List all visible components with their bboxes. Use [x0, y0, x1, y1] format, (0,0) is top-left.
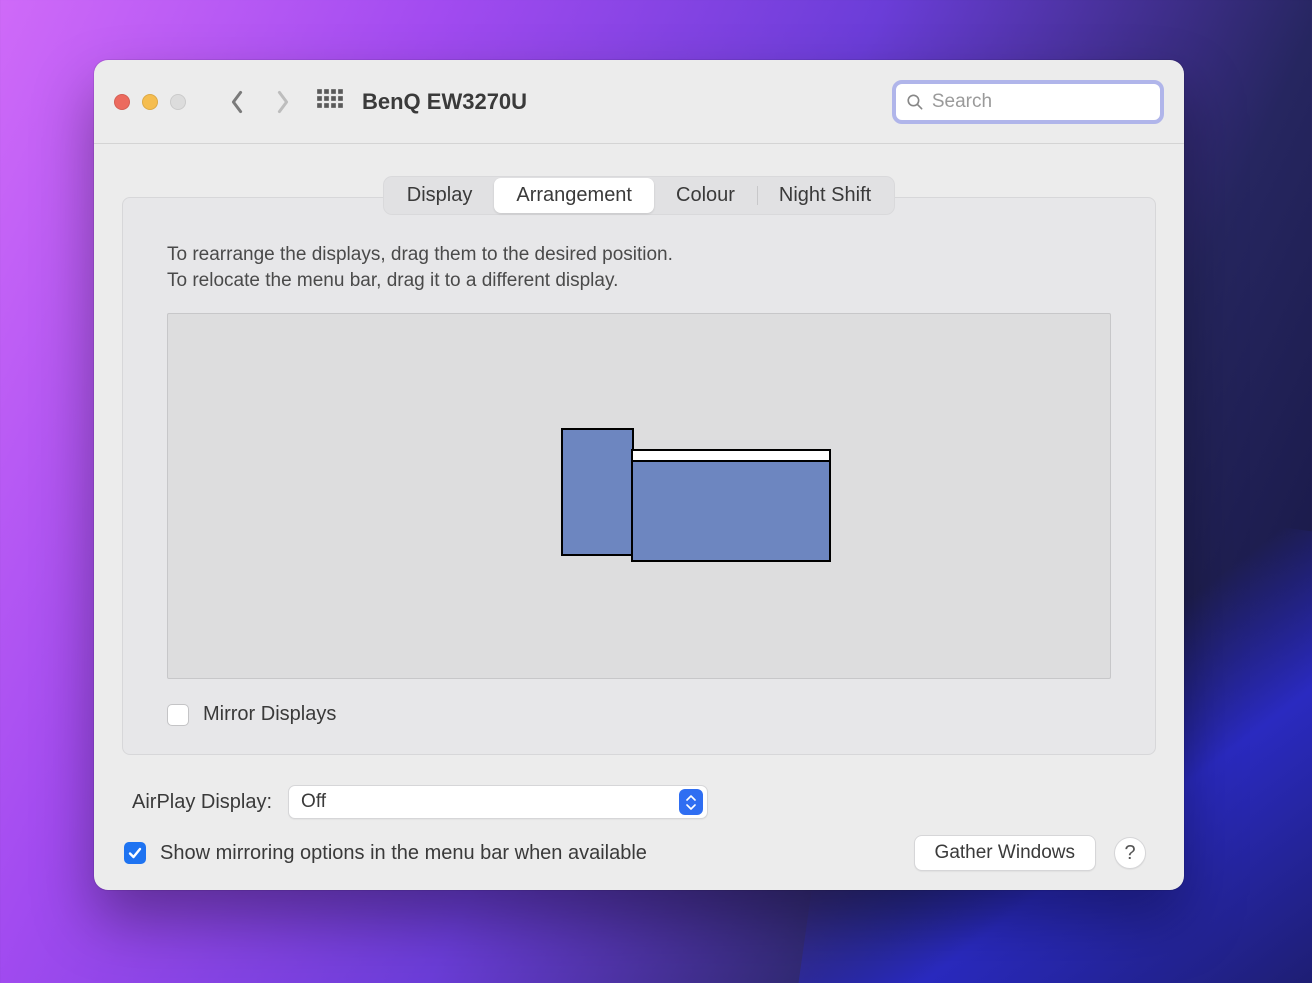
zoom-window-button: [170, 94, 186, 110]
tab-bar: Display Arrangement Colour Night Shift: [122, 176, 1156, 215]
back-button[interactable]: [222, 87, 252, 117]
window-title: BenQ EW3270U: [362, 89, 527, 115]
tab-colour[interactable]: Colour: [654, 178, 757, 213]
tab-arrangement[interactable]: Arrangement: [494, 178, 654, 213]
display-arrangement-area[interactable]: [167, 313, 1111, 679]
instruction-line-1: To rearrange the displays, drag them to …: [167, 242, 1111, 268]
bottom-row: Show mirroring options in the menu bar w…: [122, 835, 1156, 871]
chevron-right-icon: [274, 90, 292, 114]
mirror-displays-row: Mirror Displays: [167, 703, 1111, 726]
show-all-button[interactable]: [316, 88, 344, 116]
help-button[interactable]: ?: [1114, 837, 1146, 869]
search-icon: [906, 92, 924, 112]
mirror-displays-checkbox[interactable]: [167, 704, 189, 726]
display-secondary[interactable]: [561, 428, 634, 556]
forward-button: [268, 87, 298, 117]
check-icon: [127, 845, 143, 861]
airplay-label: AirPlay Display:: [132, 791, 272, 814]
airplay-select[interactable]: Off: [288, 785, 708, 819]
chevron-left-icon: [228, 90, 246, 114]
search-input[interactable]: [932, 91, 1150, 113]
chevron-up-icon: [686, 795, 696, 802]
tab-night-shift[interactable]: Night Shift: [757, 178, 893, 213]
display-primary[interactable]: [631, 449, 831, 562]
show-mirroring-row: Show mirroring options in the menu bar w…: [124, 842, 647, 865]
search-field[interactable]: [892, 80, 1164, 124]
instruction-text: To rearrange the displays, drag them to …: [167, 242, 1111, 293]
arrangement-panel: To rearrange the displays, drag them to …: [122, 197, 1156, 755]
show-mirroring-checkbox[interactable]: [124, 842, 146, 864]
airplay-value: Off: [301, 791, 326, 813]
titlebar: BenQ EW3270U: [94, 60, 1184, 144]
select-stepper-icon: [679, 789, 703, 815]
close-window-button[interactable]: [114, 94, 130, 110]
chevron-down-icon: [686, 803, 696, 810]
tab-display[interactable]: Display: [385, 178, 495, 213]
tab-segmented-control: Display Arrangement Colour Night Shift: [383, 176, 895, 215]
traffic-lights: [114, 94, 186, 110]
minimize-window-button[interactable]: [142, 94, 158, 110]
menubar-handle[interactable]: [633, 451, 829, 462]
show-mirroring-label: Show mirroring options in the menu bar w…: [160, 842, 647, 865]
content-area: Display Arrangement Colour Night Shift T…: [94, 144, 1184, 890]
grid-icon: [316, 88, 344, 116]
instruction-line-2: To relocate the menu bar, drag it to a d…: [167, 268, 1111, 294]
mirror-displays-label: Mirror Displays: [203, 703, 336, 726]
airplay-row: AirPlay Display: Off: [132, 785, 1156, 819]
gather-windows-button[interactable]: Gather Windows: [914, 835, 1096, 871]
system-preferences-window: BenQ EW3270U Display Arrangement Colour …: [94, 60, 1184, 890]
